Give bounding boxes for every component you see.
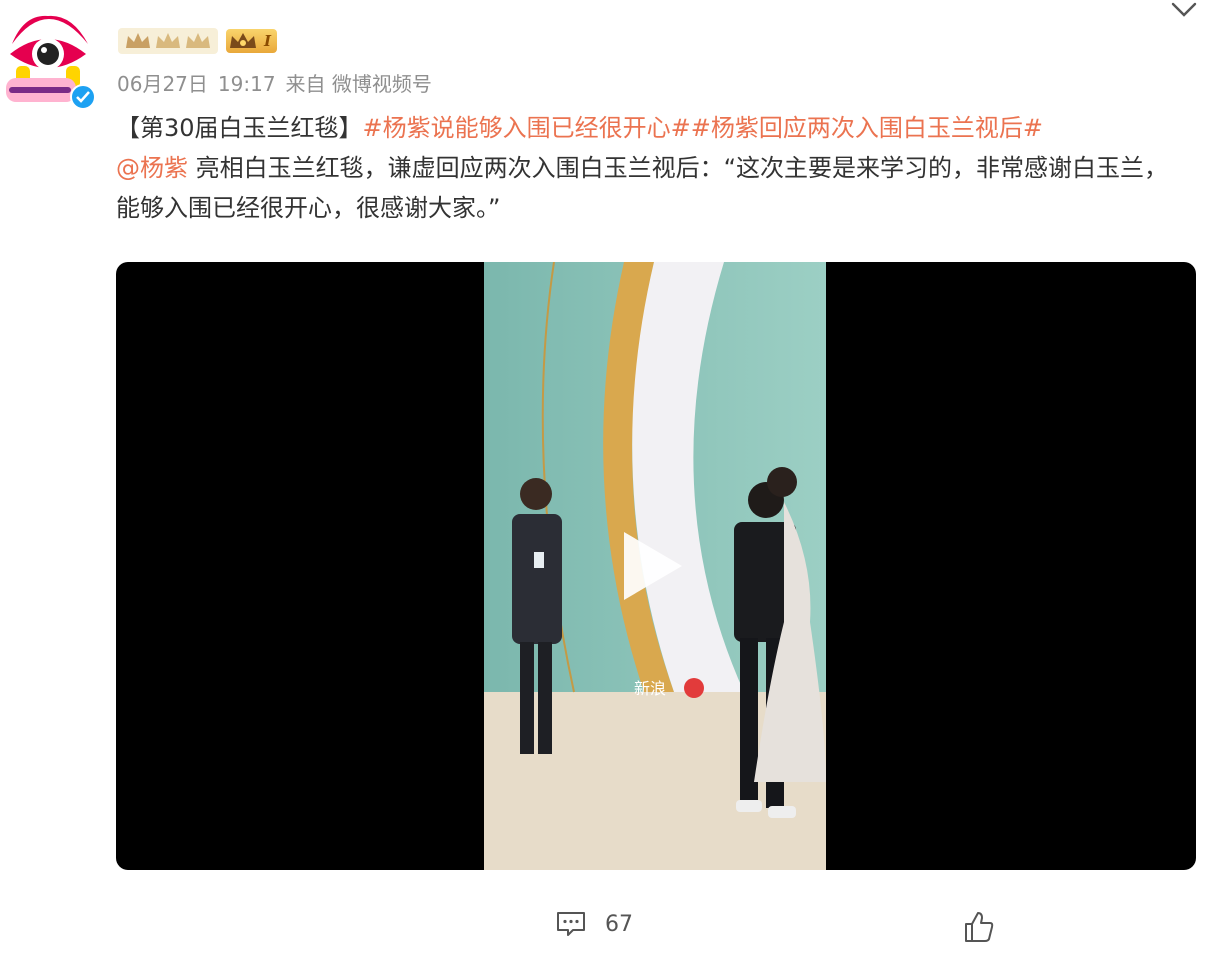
hashtag-link[interactable]: #杨紫回应两次入围白玉兰视后# bbox=[691, 114, 1043, 142]
user-badges: I bbox=[118, 26, 278, 56]
comment-icon bbox=[557, 912, 585, 936]
thumbs-up-icon bbox=[965, 912, 994, 942]
crown-icon bbox=[156, 33, 180, 48]
crown-icon bbox=[126, 33, 150, 48]
play-icon[interactable] bbox=[624, 532, 682, 600]
comment-count: 67 bbox=[605, 911, 633, 937]
verified-badge-icon bbox=[70, 84, 96, 110]
crown-icon bbox=[230, 33, 256, 48]
post-text: 【第30届白玉兰红毯】#杨紫说能够入围已经很开心##杨紫回应两次入围白玉兰视后#… bbox=[116, 108, 1186, 228]
topic-title: 【第30届白玉兰红毯】 bbox=[116, 114, 363, 142]
crown-badges[interactable] bbox=[118, 28, 218, 54]
video-player[interactable]: 新浪 bbox=[116, 262, 1196, 870]
post-date[interactable]: 06月27日 bbox=[117, 72, 208, 96]
like-button[interactable] bbox=[962, 910, 996, 948]
video-watermark: 新浪 bbox=[634, 680, 666, 698]
comment-button[interactable]: 67 bbox=[555, 910, 633, 938]
chevron-down-icon[interactable] bbox=[1170, 0, 1198, 20]
crown-icon bbox=[186, 33, 210, 48]
post-meta: 06月27日 19:17 来自 微博视频号 bbox=[117, 68, 442, 97]
hashtag-link[interactable]: #杨紫说能够入围已经很开心# bbox=[363, 114, 691, 142]
vip-level-number: I bbox=[264, 32, 272, 50]
mention-link[interactable]: @杨紫 bbox=[116, 154, 188, 182]
post-body: 亮相白玉兰红毯，谦虚回应两次入围白玉兰视后：“这次主要是来学习的，非常感谢白玉兰… bbox=[116, 154, 1169, 222]
vip-level-badge[interactable]: I bbox=[226, 29, 278, 53]
avatar[interactable] bbox=[2, 4, 96, 110]
post-source[interactable]: 来自 微博视频号 bbox=[286, 72, 432, 96]
post-time[interactable]: 19:17 bbox=[218, 72, 276, 96]
